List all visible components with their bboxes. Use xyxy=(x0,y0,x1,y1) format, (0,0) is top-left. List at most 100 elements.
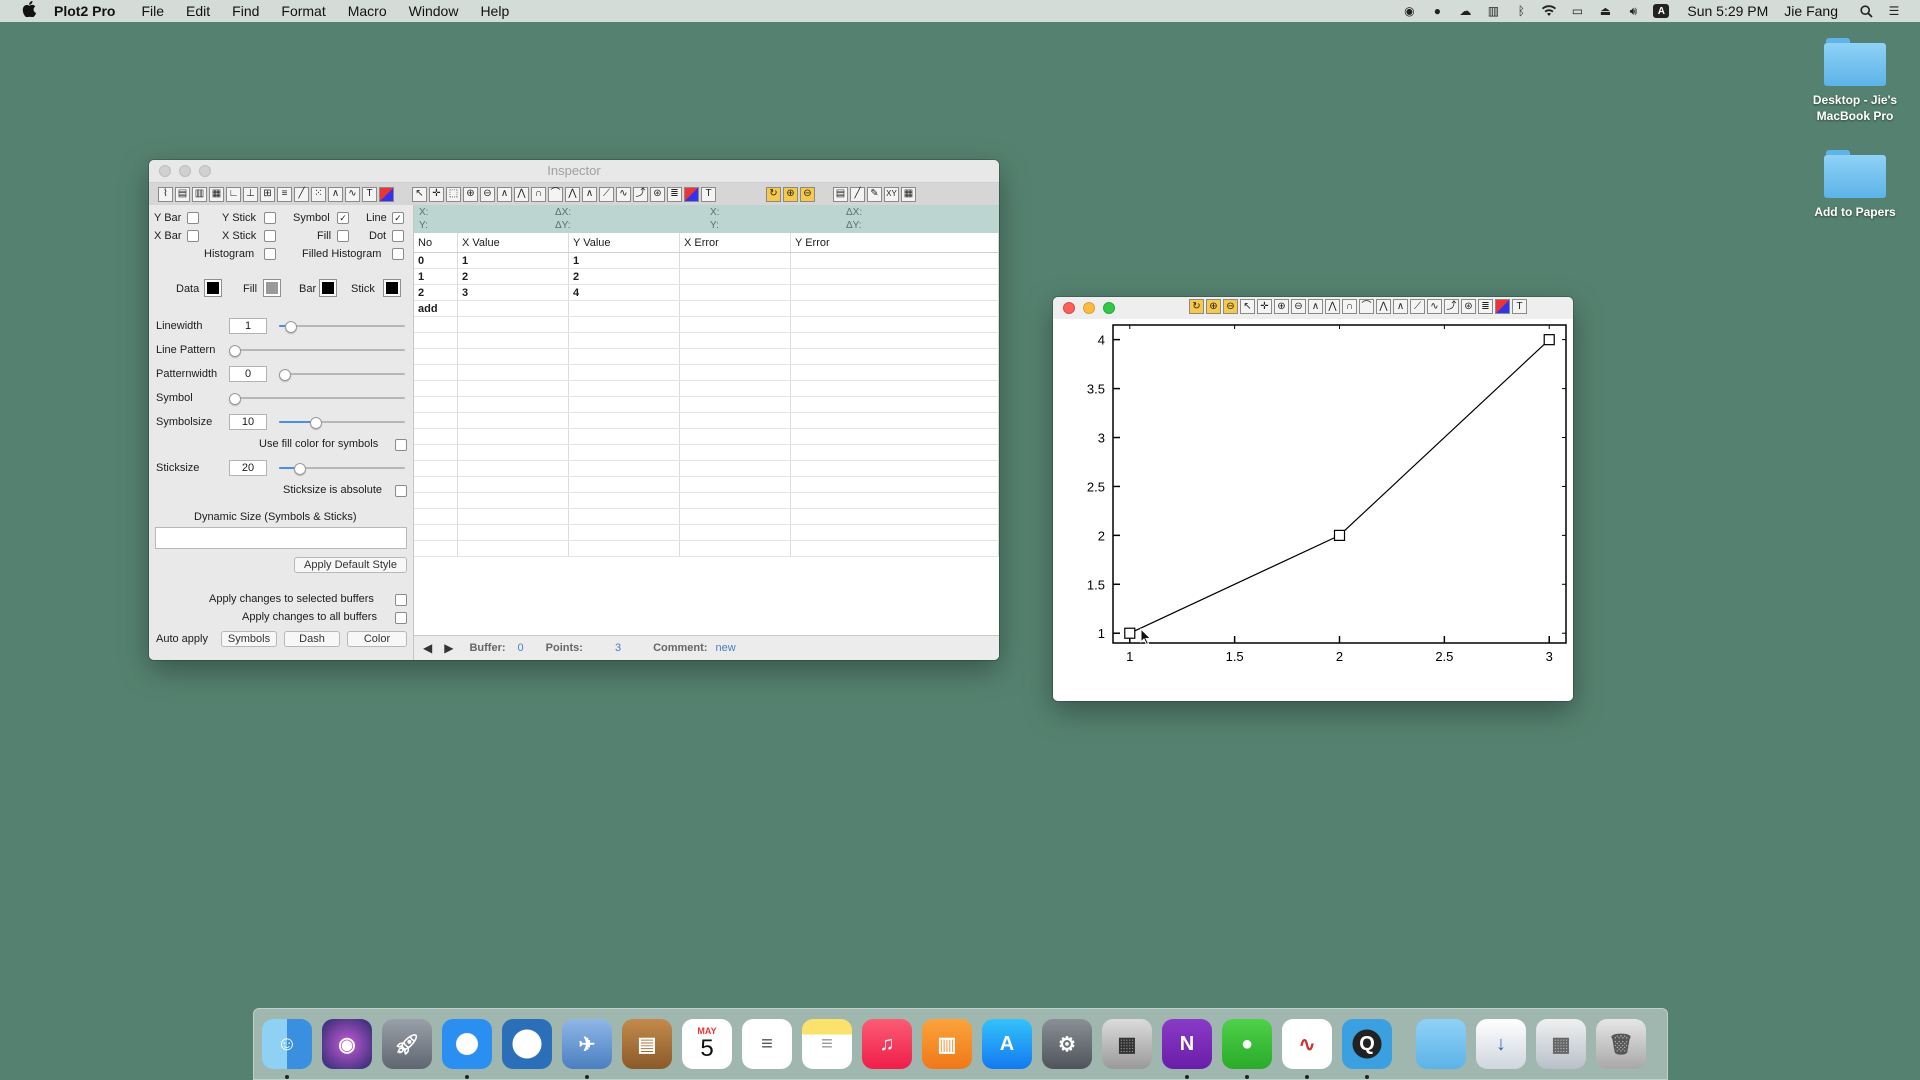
menu-macro[interactable]: Macro xyxy=(348,3,387,19)
menu-user[interactable]: Jie Fang xyxy=(1784,3,1838,19)
table-row[interactable]: 234 xyxy=(414,284,999,301)
apply-default-style-button[interactable]: Apply Default Style xyxy=(294,557,407,573)
fit-peaks-icon[interactable]: ⋀ xyxy=(514,186,529,202)
table-row[interactable] xyxy=(414,396,999,413)
refresh-icon[interactable]: ↻ xyxy=(766,186,781,202)
zoom-button[interactable] xyxy=(199,165,211,177)
table-cell[interactable]: 1 xyxy=(568,252,680,269)
table-cell[interactable] xyxy=(414,524,458,541)
table-cell[interactable]: 2 xyxy=(568,268,680,285)
fit-custom-icon[interactable]: ⊛ xyxy=(1461,299,1476,314)
table-cell[interactable] xyxy=(457,348,569,365)
table-cell[interactable] xyxy=(679,268,791,285)
table-row[interactable] xyxy=(414,492,999,509)
table-cell[interactable] xyxy=(568,492,680,509)
table-cell[interactable] xyxy=(414,364,458,381)
menu-file[interactable]: File xyxy=(141,3,164,19)
trend-icon[interactable]: ╱ xyxy=(294,186,309,202)
zoom-in-icon[interactable]: ⊕ xyxy=(1206,299,1221,314)
table-cell[interactable] xyxy=(790,460,999,477)
table-row[interactable] xyxy=(414,524,999,541)
bluetooth-icon[interactable]: ᛒ xyxy=(1513,4,1529,18)
table-cell[interactable] xyxy=(679,540,791,557)
symbol-slider[interactable] xyxy=(229,393,405,405)
table-row[interactable] xyxy=(414,332,999,349)
table-cell[interactable] xyxy=(457,492,569,509)
table-cell[interactable] xyxy=(679,444,791,461)
table-cell[interactable] xyxy=(790,316,999,333)
select-tool-icon[interactable]: ↖ xyxy=(1240,299,1255,314)
auto-dash-button[interactable]: Dash xyxy=(284,631,340,647)
grid-icon[interactable]: ⊞ xyxy=(260,186,275,202)
table-cell[interactable] xyxy=(457,364,569,381)
zoom-button[interactable] xyxy=(1103,302,1115,314)
table-cell[interactable] xyxy=(457,540,569,557)
table-icon[interactable]: ▦ xyxy=(901,186,916,202)
zoom-out-yellow-icon[interactable]: ⊖ xyxy=(800,186,815,202)
table-row[interactable] xyxy=(414,540,999,557)
table-row[interactable] xyxy=(414,476,999,493)
table-cell[interactable]: 2 xyxy=(414,284,458,301)
text-icon[interactable]: T xyxy=(362,186,377,202)
curve-icon[interactable]: ∿ xyxy=(345,186,360,202)
add-row-cell[interactable]: add xyxy=(414,300,458,317)
apply-selected-checkbox[interactable] xyxy=(395,594,407,606)
slider-knob[interactable] xyxy=(285,321,297,333)
color-icon[interactable] xyxy=(379,186,394,202)
table-cell[interactable] xyxy=(679,412,791,429)
patternwidth-slider[interactable] xyxy=(279,369,405,381)
close-button[interactable] xyxy=(1063,302,1075,314)
refresh-icon[interactable]: ↻ xyxy=(1189,299,1204,314)
select-tool-icon[interactable]: ↖ xyxy=(412,186,427,202)
label-text-icon[interactable]: T xyxy=(701,186,716,202)
table-cell[interactable] xyxy=(568,476,680,493)
symbolsize-field[interactable]: 10 xyxy=(229,414,267,430)
table-cell[interactable] xyxy=(457,508,569,525)
table-cell[interactable] xyxy=(457,460,569,477)
fit-multi-icon[interactable]: ∧ xyxy=(1393,299,1408,314)
table-cell[interactable] xyxy=(679,252,791,269)
table-cell[interactable] xyxy=(457,428,569,445)
table-cell[interactable] xyxy=(568,348,680,365)
table-cell[interactable] xyxy=(679,316,791,333)
table-cell[interactable] xyxy=(414,476,458,493)
table-cell[interactable] xyxy=(457,396,569,413)
stick-color-well[interactable] xyxy=(383,279,401,297)
fit-gauss-icon[interactable]: ∩ xyxy=(531,186,546,202)
table-cell[interactable] xyxy=(790,428,999,445)
fit-smooth-icon[interactable]: ∿ xyxy=(616,186,631,202)
table-cell[interactable] xyxy=(790,284,999,301)
zoom-rect-icon[interactable]: ⬚ xyxy=(446,186,461,202)
zoom-out-tool-icon[interactable]: ⊖ xyxy=(1291,299,1306,314)
table-cell[interactable] xyxy=(790,492,999,509)
table-cell[interactable]: 1 xyxy=(457,252,569,269)
notification-center-icon[interactable]: ☰ xyxy=(1886,4,1902,18)
table-cell[interactable] xyxy=(679,348,791,365)
table-cell[interactable] xyxy=(790,300,999,317)
fit-double-icon[interactable]: ⋀ xyxy=(565,186,580,202)
table-cell[interactable] xyxy=(568,316,680,333)
table-cell[interactable] xyxy=(568,444,680,461)
table-cell[interactable] xyxy=(414,460,458,477)
table-cell[interactable] xyxy=(414,348,458,365)
dock-siri-icon[interactable]: ◉ xyxy=(322,1019,372,1069)
table-cell[interactable] xyxy=(568,412,680,429)
table-cell[interactable] xyxy=(414,540,458,557)
eject-icon[interactable]: ⏏ xyxy=(1597,4,1613,18)
multi-plot-icon[interactable]: ▤ xyxy=(175,186,190,202)
palette-icon[interactable] xyxy=(684,186,699,202)
table-cell[interactable] xyxy=(679,492,791,509)
table-cell[interactable] xyxy=(679,364,791,381)
document-icon[interactable]: ▤ xyxy=(833,186,848,202)
dock-plot2-icon[interactable]: ∿ xyxy=(1282,1019,1332,1069)
table-row[interactable]: add xyxy=(414,300,999,317)
table-cell[interactable] xyxy=(457,444,569,461)
chart[interactable]: 1 1.5 2 2.5 3 1 1.5 2 2.5 3 3.5 4 xyxy=(1053,319,1573,701)
apply-all-checkbox[interactable] xyxy=(395,612,407,624)
dot-checkbox[interactable] xyxy=(392,230,404,242)
column-header-y-value[interactable]: Y Value xyxy=(568,233,680,253)
bar-chart-icon[interactable]: ▥ xyxy=(192,186,207,202)
table-cell[interactable]: 3 xyxy=(457,284,569,301)
fit-peak-icon[interactable]: ∧ xyxy=(497,186,512,202)
table-cell[interactable] xyxy=(414,444,458,461)
